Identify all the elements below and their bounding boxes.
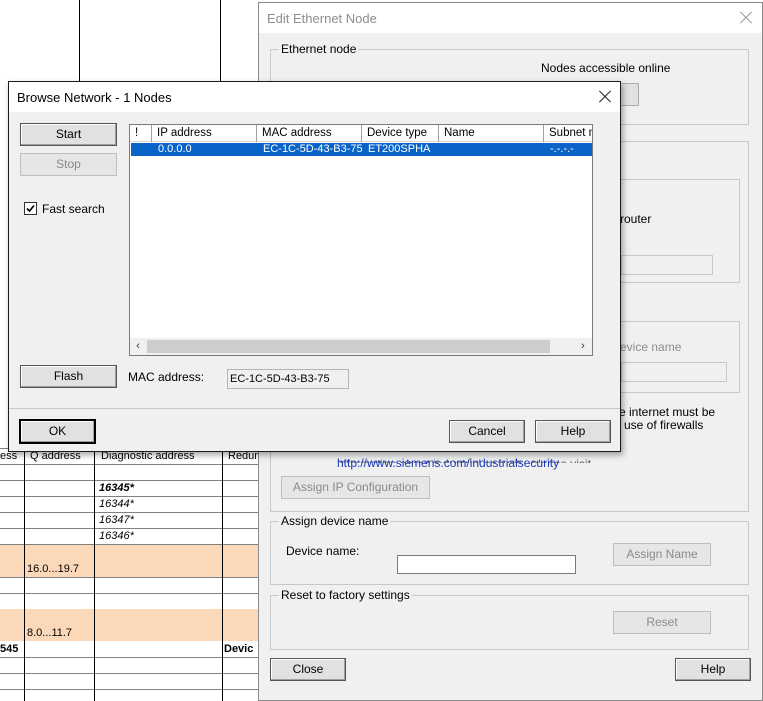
table-row [0, 609, 258, 625]
grid-line [94, 448, 95, 701]
reset-button[interactable]: Reset [613, 611, 711, 634]
column-header-device-type[interactable]: Device type [362, 125, 439, 142]
security-link[interactable]: http://www.siemens.com/industrialsecurit… [337, 456, 559, 470]
security-text: use of firewalls [624, 418, 704, 432]
title-bar: Edit Ethernet Node [259, 3, 762, 33]
fast-search-checkbox[interactable] [24, 202, 37, 215]
assign-ip-button[interactable]: Assign IP Configuration [281, 476, 430, 499]
divider [9, 408, 620, 409]
group-label: Assign device name [279, 514, 391, 528]
security-text: e internet must be [619, 405, 716, 419]
cell-mac: EC-1C-5D-43-B3-75 [263, 143, 363, 155]
help-button[interactable]: Help [675, 658, 751, 681]
column-header-subnet[interactable]: Subnet m [544, 125, 592, 142]
dialog-title: Edit Ethernet Node [267, 11, 377, 26]
grid-line [0, 657, 258, 658]
diag-cell: 16344* [99, 498, 134, 510]
table-row[interactable]: 0.0.0.0 EC-1C-5D-43-B3-75 ET200SPHA -.-.… [131, 143, 592, 156]
title-bar: Browse Network - 1 Nodes [9, 82, 620, 112]
column-header-ip[interactable]: IP address [152, 125, 257, 142]
grid-line [0, 593, 258, 594]
cell-subnet: -.-.-.- [550, 143, 574, 155]
grid-line [0, 673, 258, 674]
close-icon[interactable] [736, 8, 756, 28]
close-button[interactable]: Close [270, 658, 346, 681]
mac-address-label: MAC address: [128, 370, 205, 384]
device-name-input[interactable] [397, 555, 576, 574]
fast-search-label[interactable]: Fast search [42, 202, 105, 216]
device-name-option-field[interactable] [621, 362, 727, 382]
nodes-online-label: Nodes accessible online [541, 61, 671, 75]
browse-network-dialog: Browse Network - 1 Nodes Start Stop Fast… [8, 81, 621, 452]
cancel-button[interactable]: Cancel [449, 420, 525, 443]
diag-cell: 16347* [99, 514, 134, 526]
grid-line [0, 464, 258, 465]
ok-button[interactable]: OK [19, 419, 96, 444]
q-cell: 8.0...11.7 [27, 627, 73, 639]
grid-line [24, 448, 25, 701]
grid-line [0, 528, 258, 529]
grid-line [0, 689, 258, 690]
assign-name-button[interactable]: Assign Name [613, 543, 711, 566]
help-button[interactable]: Help [535, 420, 611, 443]
device-name-label: Device name: [286, 544, 360, 558]
flash-button[interactable]: Flash [20, 365, 117, 388]
cell-device-type: ET200SPHA [368, 143, 431, 155]
column-header-name[interactable]: Name [439, 125, 544, 142]
table-row [0, 641, 258, 657]
stop-button[interactable]: Stop [20, 153, 117, 176]
group-label: Ethernet node [279, 42, 359, 56]
grid-line [220, 0, 221, 88]
grid-line [0, 496, 258, 497]
grid-line [222, 448, 223, 701]
cell-ip: 0.0.0.0 [158, 143, 192, 155]
router-field[interactable] [621, 255, 713, 275]
row-cell: 545 [0, 643, 19, 655]
mac-address-field[interactable]: EC-1C-5D-43-B3-75 [227, 369, 349, 389]
diag-cell: 16346* [99, 530, 134, 542]
row-cell: Devic [224, 643, 254, 655]
q-cell: 16.0...19.7 [27, 563, 79, 575]
router-label: router [620, 212, 652, 226]
start-button[interactable]: Start [20, 123, 117, 146]
column-header-status[interactable]: ! [130, 125, 152, 142]
nodes-list[interactable]: ! IP address MAC address Device type Nam… [129, 124, 593, 356]
grid-line [79, 0, 80, 88]
group-label: Reset to factory settings [279, 588, 412, 602]
dialog-title: Browse Network - 1 Nodes [17, 90, 172, 105]
grid-line [0, 512, 258, 513]
device-name-group [614, 321, 740, 393]
checkmark-icon [26, 204, 35, 213]
grid-line [0, 577, 258, 578]
scrollbar-thumb[interactable] [147, 340, 550, 353]
grid-line [0, 480, 258, 481]
list-header: ! IP address MAC address Device type Nam… [130, 125, 592, 142]
diag-cell: 16345* [99, 482, 134, 494]
close-icon[interactable] [595, 87, 615, 107]
column-header-mac[interactable]: MAC address [257, 125, 362, 142]
table-row [0, 545, 258, 561]
scroll-right-icon[interactable]: › [578, 341, 588, 352]
horizontal-scrollbar[interactable]: ‹ › [130, 338, 592, 355]
device-name-option-label: evice name [620, 340, 682, 354]
scroll-left-icon[interactable]: ‹ [133, 341, 143, 352]
